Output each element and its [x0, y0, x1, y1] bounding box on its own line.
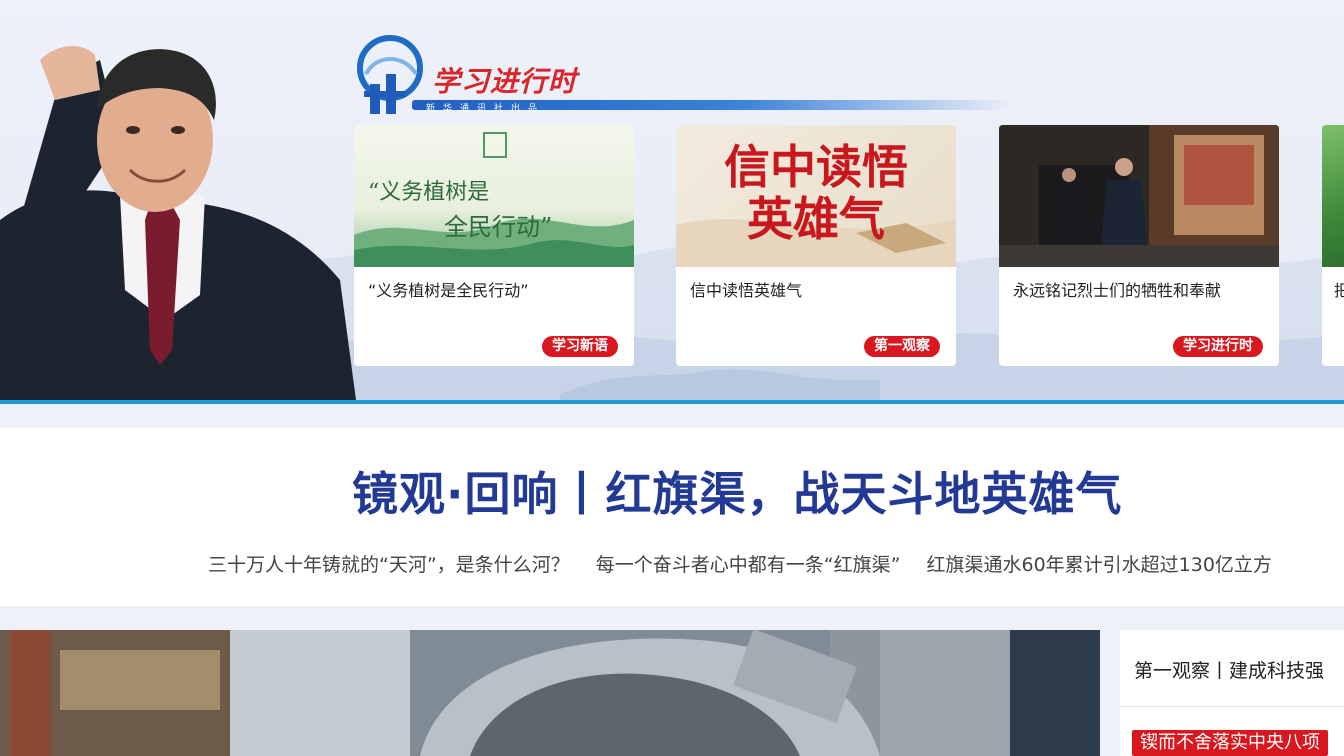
- card-photo: [999, 125, 1279, 267]
- card-image: “义务植树是 全民行动”: [354, 125, 634, 267]
- card-title[interactable]: “义务植树是全民行动”: [368, 277, 529, 301]
- card-image-text-2: 全民行动”: [444, 213, 552, 241]
- news-card-peek[interactable]: 把: [1322, 125, 1344, 366]
- card-image-text-1: 信中读悟: [724, 140, 908, 194]
- related-link[interactable]: 红旗渠通水60年累计引水超过130亿立方: [926, 554, 1271, 576]
- card-title[interactable]: 信中读悟英雄气: [690, 277, 802, 301]
- related-link[interactable]: 每一个奋斗者心中都有一条“红旗渠”: [596, 554, 901, 576]
- brand-title[interactable]: 学习进行时: [432, 60, 577, 100]
- headline-title[interactable]: 镜观·回响丨红旗渠，战天斗地英雄气: [352, 458, 1122, 524]
- card-artwork: “义务植树是 全民行动”: [354, 132, 634, 267]
- news-card[interactable]: 信中读悟 英雄气 信中读悟英雄气 第一观察: [676, 125, 956, 366]
- card-title[interactable]: 把: [1334, 277, 1344, 301]
- card-tag[interactable]: 学习进行时: [1173, 336, 1263, 357]
- banner-divider: [0, 400, 1344, 404]
- leader-portrait: [0, 45, 356, 400]
- card-tag[interactable]: 第一观察: [864, 336, 940, 357]
- feature-photo[interactable]: [0, 630, 1100, 756]
- brand-header: 学习进行时 新华通讯社出品: [356, 34, 1016, 116]
- related-links: 三十万人十年铸就的“天河”，是条什么河？ 每一个奋斗者心中都有一条“红旗渠” 红…: [208, 550, 1292, 577]
- news-card[interactable]: “义务植树是 全民行动” “义务植树是全民行动” 学习新语: [354, 125, 634, 366]
- card-tag[interactable]: 学习新语: [542, 336, 618, 357]
- xinhua-logo-icon: [357, 35, 423, 114]
- headline-section: 镜观·回响丨红旗渠，战天斗地英雄气 三十万人十年铸就的“天河”，是条什么河？ 每…: [0, 428, 1344, 606]
- side-item-title[interactable]: 第一观察丨建成科技强: [1134, 656, 1324, 683]
- card-image: [999, 125, 1279, 267]
- divider: [1120, 706, 1344, 707]
- brand-subtitle: 新华通讯社出品: [426, 104, 546, 114]
- card-image: [1322, 125, 1344, 267]
- card-image-text-2: 英雄气: [747, 192, 885, 246]
- banner: 学习进行时 新华通讯社出品 “义务植树是 全民行动” “义务植树是全民行动” 学…: [0, 0, 1344, 404]
- card-artwork: 信中读悟 英雄气: [676, 140, 956, 267]
- card-image-text-1: “义务植树是: [368, 180, 489, 205]
- card-title[interactable]: 永远铭记烈士们的牺牲和奉献: [1013, 277, 1221, 301]
- news-card[interactable]: 永远铭记烈士们的牺牲和奉献 学习进行时: [999, 125, 1279, 366]
- side-item-tag[interactable]: 锲而不舍落实中央八项: [1132, 730, 1328, 756]
- related-link[interactable]: 三十万人十年铸就的“天河”，是条什么河？: [208, 554, 570, 576]
- card-image: 信中读悟 英雄气: [676, 125, 956, 267]
- side-panel: 第一观察丨建成科技强 锲而不舍落实中央八项: [1120, 630, 1344, 756]
- factory-photo: [0, 630, 1100, 756]
